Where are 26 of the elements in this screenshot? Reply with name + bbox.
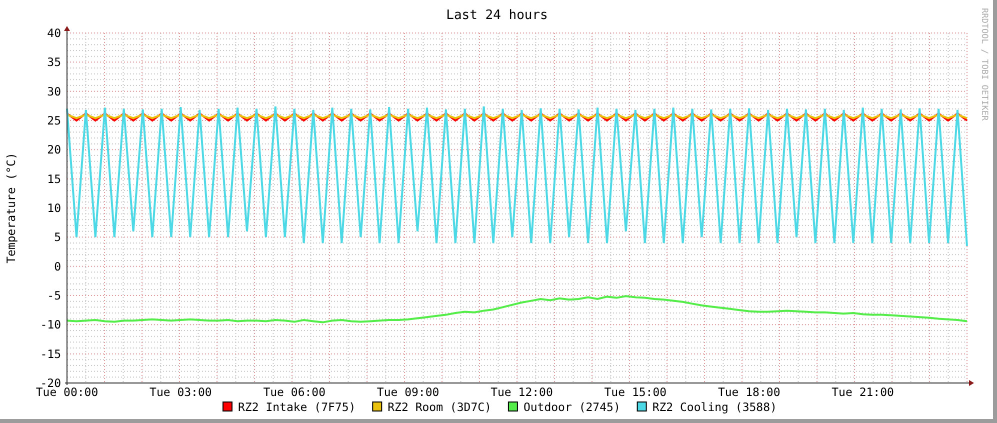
legend-label: RZ2 Intake (7F75)	[238, 400, 356, 414]
y-tick-label: 30	[47, 84, 61, 98]
legend-label: Outdoor (2745)	[523, 400, 620, 414]
y-tick-label: 20	[47, 142, 61, 157]
y-tick-label: 40	[47, 26, 61, 40]
chart-title: Last 24 hours	[446, 8, 548, 23]
y-tick-label: -15	[40, 346, 61, 361]
legend-label: RZ2 Room (3D7C)	[388, 400, 492, 414]
x-tick-label: Tue 06:00	[263, 385, 326, 399]
y-tick-label: 25	[47, 114, 61, 128]
x-tick-label: Tue 12:00	[490, 385, 553, 399]
credit-text: RRDTOOL / TOBI OETIKER	[979, 8, 989, 121]
y-tick-label: -10	[40, 318, 61, 332]
x-tick-label: Tue 15:00	[604, 385, 667, 399]
x-tick-label: Tue 18:00	[718, 385, 780, 399]
y-axis-title: Temperature (°C)	[4, 152, 18, 264]
y-tick-label: 35	[47, 55, 61, 70]
x-tick-label: Tue 09:00	[376, 385, 440, 399]
x-tick-label: Tue 21:00	[832, 385, 894, 399]
y-tick-label: 5	[54, 230, 61, 244]
x-tick-label: Tue 03:00	[150, 385, 212, 399]
y-tick-label: -5	[47, 288, 61, 302]
y-tick-label: 10	[47, 201, 61, 215]
legend-label: RZ2 Cooling (3588)	[652, 400, 777, 414]
y-tick-label: 0	[54, 259, 61, 274]
y-tick-label: 15	[47, 172, 61, 186]
